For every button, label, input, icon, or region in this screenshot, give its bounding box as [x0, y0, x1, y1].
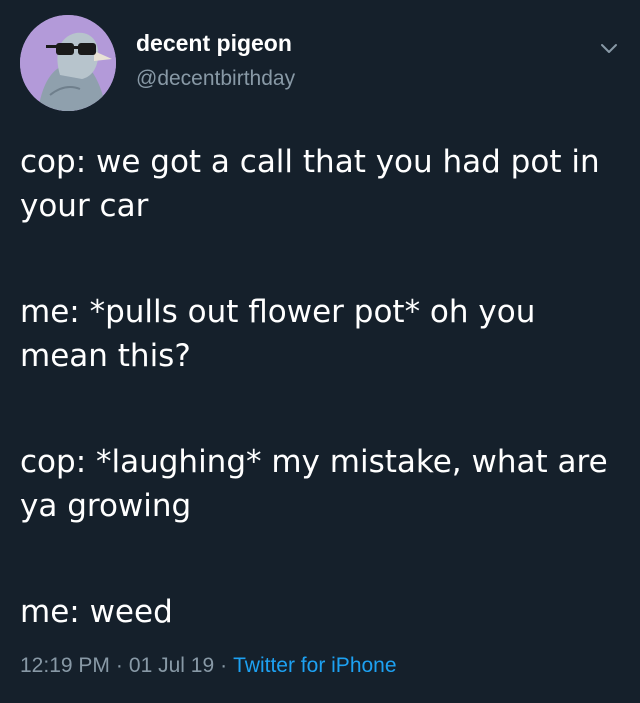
pigeon-avatar-icon — [20, 15, 116, 111]
tweet-text: cop: we got a call that you had pot in y… — [20, 140, 620, 634]
tweet-header: decent pigeon @decentbirthday — [20, 15, 620, 111]
tweet-date[interactable]: 01 Jul 19 — [129, 654, 214, 677]
tweet-source-link[interactable]: Twitter for iPhone — [233, 654, 396, 677]
user-names: decent pigeon @decentbirthday — [136, 29, 295, 93]
tweet-time[interactable]: 12:19 PM — [20, 654, 110, 677]
meta-separator: · — [115, 654, 123, 677]
tweet: decent pigeon @decentbirthday cop: we go… — [0, 0, 640, 703]
meta-separator: · — [220, 654, 228, 677]
tweet-paragraph: me: weed — [20, 594, 173, 630]
display-name[interactable]: decent pigeon — [136, 29, 295, 57]
tweet-paragraph: cop: we got a call that you had pot in y… — [20, 144, 600, 224]
avatar[interactable] — [20, 15, 116, 111]
chevron-down-icon[interactable] — [598, 37, 620, 59]
tweet-paragraph: me: *pulls out flower pot* oh you mean t… — [20, 294, 536, 374]
tweet-meta: 12:19 PM · 01 Jul 19 · Twitter for iPhone — [20, 652, 397, 680]
user-handle[interactable]: @decentbirthday — [136, 65, 295, 93]
tweet-paragraph: cop: *laughing* my mistake, what are ya … — [20, 444, 608, 524]
